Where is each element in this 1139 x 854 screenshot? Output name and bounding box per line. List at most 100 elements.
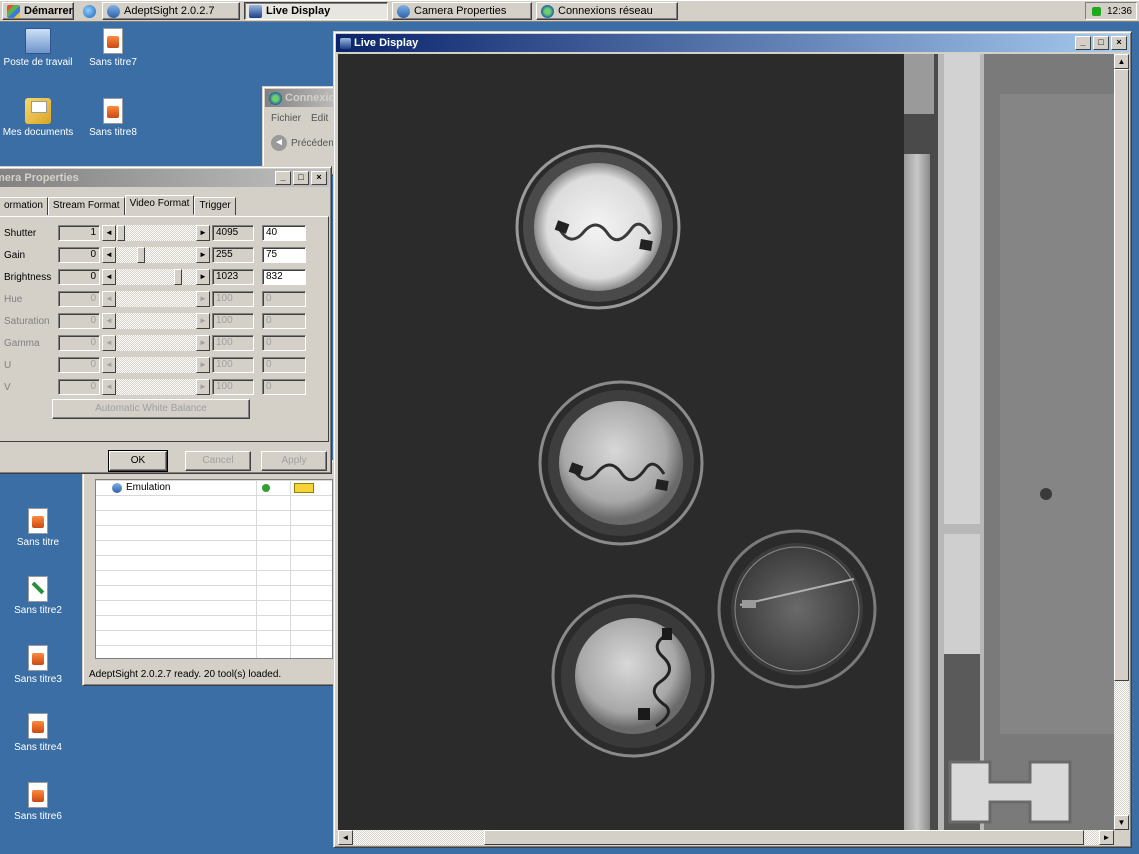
slider-left-arrow: ◄ (102, 313, 116, 329)
slider-thumb[interactable] (174, 269, 182, 285)
scroll-up-arrow[interactable]: ▲ (1114, 54, 1129, 69)
tab-information[interactable]: ormation (0, 197, 48, 215)
slider-thumb[interactable] (137, 247, 145, 263)
property-value-input[interactable]: 75 (262, 247, 306, 263)
device-grid[interactable]: Emulation (95, 479, 333, 659)
window-title: mera Properties (0, 172, 79, 184)
scroll-down-arrow[interactable]: ▼ (1114, 815, 1129, 830)
slider-right-arrow[interactable]: ► (196, 269, 210, 285)
desktop-icon-sans-titre8[interactable]: Sans titre8 (78, 98, 148, 138)
close-button[interactable]: × (1111, 36, 1127, 50)
property-min-value: 0 (58, 313, 100, 329)
clock[interactable]: 12:36 (1107, 6, 1132, 17)
property-slider[interactable]: ◄ ► (102, 225, 210, 241)
property-max-value: 255 (212, 247, 254, 263)
slider-right-arrow[interactable]: ► (196, 225, 210, 241)
window-title: Connexion (285, 92, 339, 104)
tab-video-format[interactable]: Video Format (124, 195, 195, 215)
property-slider[interactable]: ◄ ► (102, 269, 210, 285)
automatic-white-balance-button[interactable]: Automatic White Balance (52, 399, 250, 419)
property-value-input: 0 (262, 291, 306, 307)
property-min-value: 0 (58, 335, 100, 351)
live-display-icon (249, 4, 262, 18)
desktop-icon-my-computer[interactable]: Poste de travail (3, 28, 73, 68)
property-label: Hue (4, 294, 23, 305)
tab-stream-format[interactable]: Stream Format (47, 197, 125, 215)
apply-button[interactable]: Apply (261, 451, 327, 471)
property-row-saturation: Saturation 0 ◄ ► 100 0 (0, 313, 330, 331)
property-min-value: 0 (58, 357, 100, 373)
property-min-value: 1 (58, 225, 100, 241)
minimize-button[interactable]: _ (1075, 36, 1091, 50)
property-row-u: U 0 ◄ ► 100 0 (0, 357, 330, 375)
close-button[interactable]: × (311, 171, 327, 185)
vertical-scroll-thumb[interactable] (1114, 69, 1129, 681)
property-slider: ◄ ► (102, 291, 210, 307)
desktop-icon-sans-titre3[interactable]: Sans titre3 (3, 645, 73, 685)
property-slider: ◄ ► (102, 335, 210, 351)
quick-launch-ie[interactable] (80, 2, 98, 20)
network-connections-window[interactable]: Connexion Fichier Edit ◄ Précéden (262, 86, 342, 176)
scroll-right-arrow[interactable]: ► (1099, 830, 1114, 845)
cancel-button[interactable]: Cancel (185, 451, 251, 471)
horizontal-scrollbar[interactable]: ◄ ► (338, 830, 1114, 845)
back-button[interactable]: ◄ Précéden (271, 135, 334, 151)
ok-button[interactable]: OK (108, 450, 168, 472)
desktop-icon-label: Sans titre8 (89, 127, 137, 138)
camera-properties-icon (397, 4, 410, 18)
slider-left-arrow[interactable]: ◄ (102, 225, 116, 241)
slider-right-arrow: ► (196, 357, 210, 373)
window-titlebar[interactable]: Live Display (336, 34, 1129, 52)
desktop-icon-sans-titre2[interactable]: Sans titre2 (3, 576, 73, 616)
task-button-network-connections[interactable]: Connexions réseau (536, 2, 678, 20)
desktop-icon-sans-titre6[interactable]: Sans titre6 (3, 782, 73, 822)
slider-right-arrow[interactable]: ► (196, 247, 210, 263)
slider-thumb[interactable] (117, 225, 125, 241)
start-label: Démarrer (24, 5, 73, 17)
grid-row[interactable]: Emulation (112, 482, 170, 493)
start-button[interactable]: Démarrer (2, 2, 74, 20)
property-value-input: 0 (262, 379, 306, 395)
tab-trigger[interactable]: Trigger (194, 197, 236, 215)
task-button-adeptsight[interactable]: AdeptSight 2.0.2.7 (102, 2, 240, 20)
vertical-scrollbar[interactable]: ▲ ▼ (1114, 54, 1129, 830)
document-icon (28, 508, 48, 534)
property-row-hue: Hue 0 ◄ ► 100 0 (0, 291, 330, 309)
status-ok-icon (262, 484, 270, 492)
my-computer-icon (25, 28, 51, 54)
minimize-button[interactable]: _ (275, 171, 291, 185)
property-label: Shutter (4, 228, 37, 239)
desktop-icon-sans-titre[interactable]: Sans titre (3, 508, 73, 548)
desktop-icon-sans-titre7[interactable]: Sans titre7 (78, 28, 148, 68)
slider-left-arrow[interactable]: ◄ (102, 247, 116, 263)
camera-properties-window[interactable]: mera Properties _ □ × ormation Stream Fo… (0, 166, 332, 474)
window-titlebar[interactable]: Connexion (265, 89, 339, 107)
task-button-live-display[interactable]: Live Display (244, 2, 388, 20)
slider-left-arrow[interactable]: ◄ (102, 269, 116, 285)
maximize-button[interactable]: □ (1093, 36, 1109, 50)
property-min-value: 0 (58, 291, 100, 307)
live-display-window[interactable]: Live Display _ □ × ▲ ▼ ◄ ► (333, 31, 1132, 848)
tray-status-icon[interactable] (1091, 6, 1101, 16)
property-value-input[interactable]: 40 (262, 225, 306, 241)
button-disc-3 (551, 594, 715, 758)
property-label: Gain (4, 250, 26, 261)
desktop-icon-label: Sans titre (16, 537, 60, 548)
document-icon (28, 713, 48, 739)
machine-rail (904, 154, 930, 830)
task-button-camera-properties[interactable]: Camera Properties (392, 2, 532, 20)
desktop-icon-sans-titre4[interactable]: Sans titre4 (3, 713, 73, 753)
menu-item-fichier[interactable]: Fichier (271, 113, 301, 124)
property-value-input[interactable]: 832 (262, 269, 306, 285)
property-label: V (4, 382, 11, 393)
property-slider[interactable]: ◄ ► (102, 247, 210, 263)
maximize-button[interactable]: □ (293, 171, 309, 185)
scroll-left-arrow[interactable]: ◄ (338, 830, 353, 845)
menu-item-edit[interactable]: Edit (311, 113, 328, 124)
camera-live-image[interactable] (338, 54, 1114, 830)
adeptsight-window[interactable]: Emulation AdeptSight 2.0.2.7 ready. 20 t… (82, 460, 344, 686)
desktop-icon-my-documents[interactable]: Mes documents (3, 98, 73, 138)
video-format-panel: Shutter 1 ◄ ► 4095 40 Gain 0 ◄ ► 255 75 Brightness 0 ◄… (0, 216, 329, 442)
horizontal-scroll-thumb[interactable] (484, 830, 1084, 845)
window-controls: _ □ × (275, 171, 327, 185)
